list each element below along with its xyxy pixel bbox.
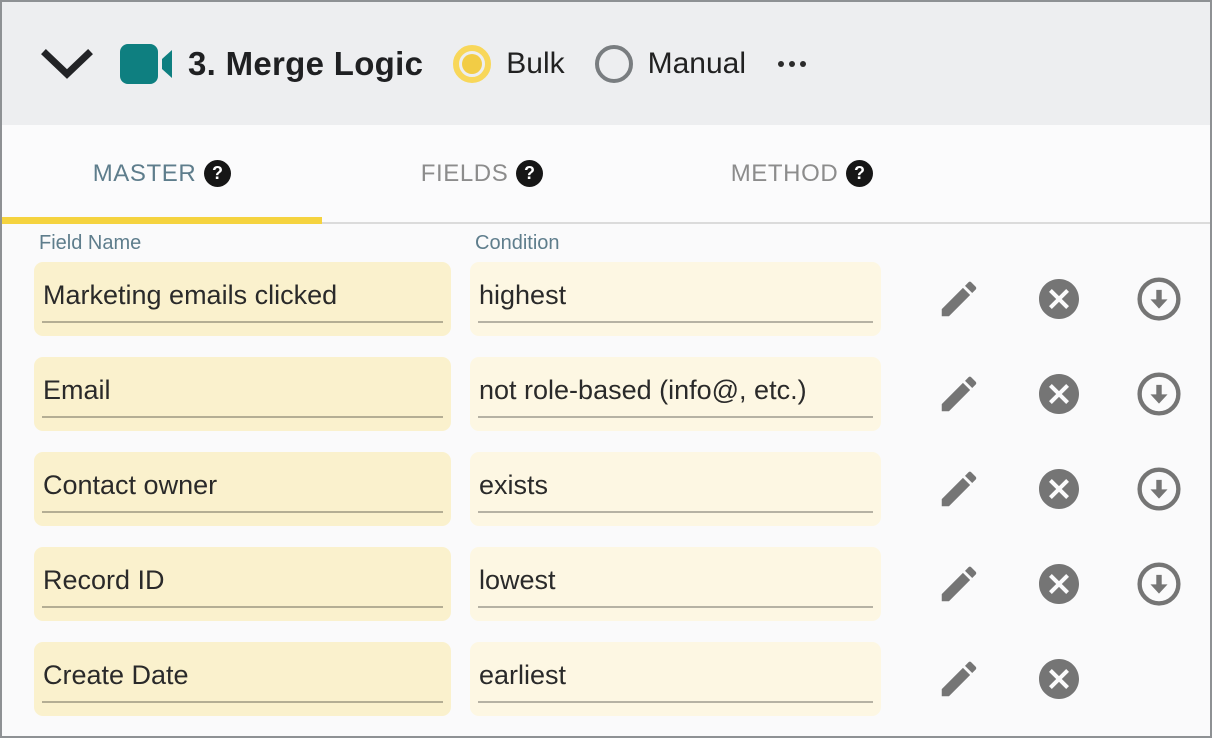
active-tab-underline (2, 217, 322, 224)
field-name-input[interactable]: Create Date (34, 642, 451, 716)
tab[interactable]: METHOD ? (642, 125, 962, 222)
condition-input[interactable]: earliest (470, 642, 881, 716)
merge-logic-panel: 3. Merge Logic Bulk Manual MASTER ? FIEL… (0, 0, 1212, 738)
panel-header: 3. Merge Logic Bulk Manual (2, 2, 1210, 125)
tab[interactable]: FIELDS ? (322, 125, 642, 222)
row-actions (934, 559, 1184, 609)
remove-button[interactable] (1034, 464, 1084, 514)
condition-value: exists (479, 470, 548, 501)
edit-button[interactable] (934, 559, 984, 609)
x-circle-icon (1035, 370, 1083, 418)
row-actions (934, 274, 1184, 324)
move-down-button[interactable] (1134, 274, 1184, 324)
x-circle-icon (1035, 655, 1083, 703)
row-actions (934, 464, 1184, 514)
row-actions (934, 369, 1184, 419)
table-row: Marketing emails clicked highest (34, 262, 1210, 336)
condition-input[interactable]: highest (470, 262, 881, 336)
condition-input[interactable]: exists (470, 452, 881, 526)
pencil-icon (936, 561, 982, 607)
field-name-column-header: Field Name (34, 232, 470, 255)
edit-button[interactable] (934, 369, 984, 419)
input-underline (42, 321, 443, 323)
x-circle-icon (1035, 465, 1083, 513)
arrow-down-circle-icon (1134, 369, 1184, 419)
input-underline (478, 511, 873, 513)
mode-label: Bulk (506, 47, 564, 81)
remove-button[interactable] (1034, 559, 1084, 609)
pencil-icon (936, 371, 982, 417)
field-name-input[interactable]: Email (34, 357, 451, 431)
mode-label: Manual (648, 47, 746, 81)
arrow-down-circle-icon (1134, 464, 1184, 514)
help-icon[interactable]: ? (846, 160, 873, 187)
chevron-down-icon[interactable] (40, 46, 94, 82)
table-row: Record ID lowest (34, 547, 1210, 621)
help-icon[interactable]: ? (204, 160, 231, 187)
table-row: Email not role-based (info@, etc.) (34, 357, 1210, 431)
condition-column-header: Condition (470, 232, 560, 255)
field-name-input[interactable]: Marketing emails clicked (34, 262, 451, 336)
pencil-icon (936, 466, 982, 512)
field-name-value: Email (43, 375, 111, 406)
remove-button[interactable] (1034, 369, 1084, 419)
pencil-icon (936, 276, 982, 322)
arrow-down-circle-icon (1134, 559, 1184, 609)
master-tab-content: Field Name Condition Marketing emails cl… (2, 224, 1210, 716)
condition-value: not role-based (info@, etc.) (479, 375, 807, 406)
tab-bar: MASTER ? FIELDS ? METHOD ? (2, 125, 1210, 224)
field-name-input[interactable]: Record ID (34, 547, 451, 621)
move-down-button[interactable] (1134, 464, 1184, 514)
tab-label: MASTER (93, 160, 197, 188)
edit-button[interactable] (934, 464, 984, 514)
field-name-input[interactable]: Contact owner (34, 452, 451, 526)
tab-label: METHOD (731, 160, 839, 188)
videocam-icon[interactable] (116, 41, 174, 87)
input-underline (478, 606, 873, 608)
input-underline (478, 321, 873, 323)
mode-option[interactable]: Bulk (453, 45, 564, 83)
condition-value: highest (479, 280, 566, 311)
edit-button[interactable] (934, 274, 984, 324)
input-underline (42, 606, 443, 608)
mode-option[interactable]: Manual (595, 45, 746, 83)
x-circle-icon (1035, 560, 1083, 608)
condition-input[interactable]: lowest (470, 547, 881, 621)
help-icon[interactable]: ? (516, 160, 543, 187)
condition-value: lowest (479, 565, 556, 596)
table-row: Create Date earliest (34, 642, 1210, 716)
tab[interactable]: MASTER ? (2, 125, 322, 222)
pencil-icon (936, 656, 982, 702)
edit-button[interactable] (934, 654, 984, 704)
field-name-value: Contact owner (43, 470, 217, 501)
field-name-value: Create Date (43, 660, 189, 691)
input-underline (42, 511, 443, 513)
condition-value: earliest (479, 660, 566, 691)
radio-button-icon[interactable] (453, 45, 491, 83)
x-circle-icon (1035, 275, 1083, 323)
input-underline (42, 701, 443, 703)
remove-button[interactable] (1034, 274, 1084, 324)
move-down-button[interactable] (1134, 559, 1184, 609)
condition-input[interactable]: not role-based (info@, etc.) (470, 357, 881, 431)
radio-button-icon[interactable] (595, 45, 633, 83)
field-name-value: Marketing emails clicked (43, 280, 337, 311)
tab-label: FIELDS (421, 160, 509, 188)
remove-button[interactable] (1034, 654, 1084, 704)
input-underline (42, 416, 443, 418)
input-underline (478, 416, 873, 418)
field-name-value: Record ID (43, 565, 165, 596)
section-title: 3. Merge Logic (188, 45, 423, 83)
more-options-icon[interactable] (778, 61, 806, 67)
arrow-down-circle-icon (1134, 274, 1184, 324)
table-row: Contact owner exists (34, 452, 1210, 526)
move-down-button[interactable] (1134, 369, 1184, 419)
column-headers: Field Name Condition (34, 232, 1210, 262)
input-underline (478, 701, 873, 703)
row-actions (934, 654, 1184, 704)
